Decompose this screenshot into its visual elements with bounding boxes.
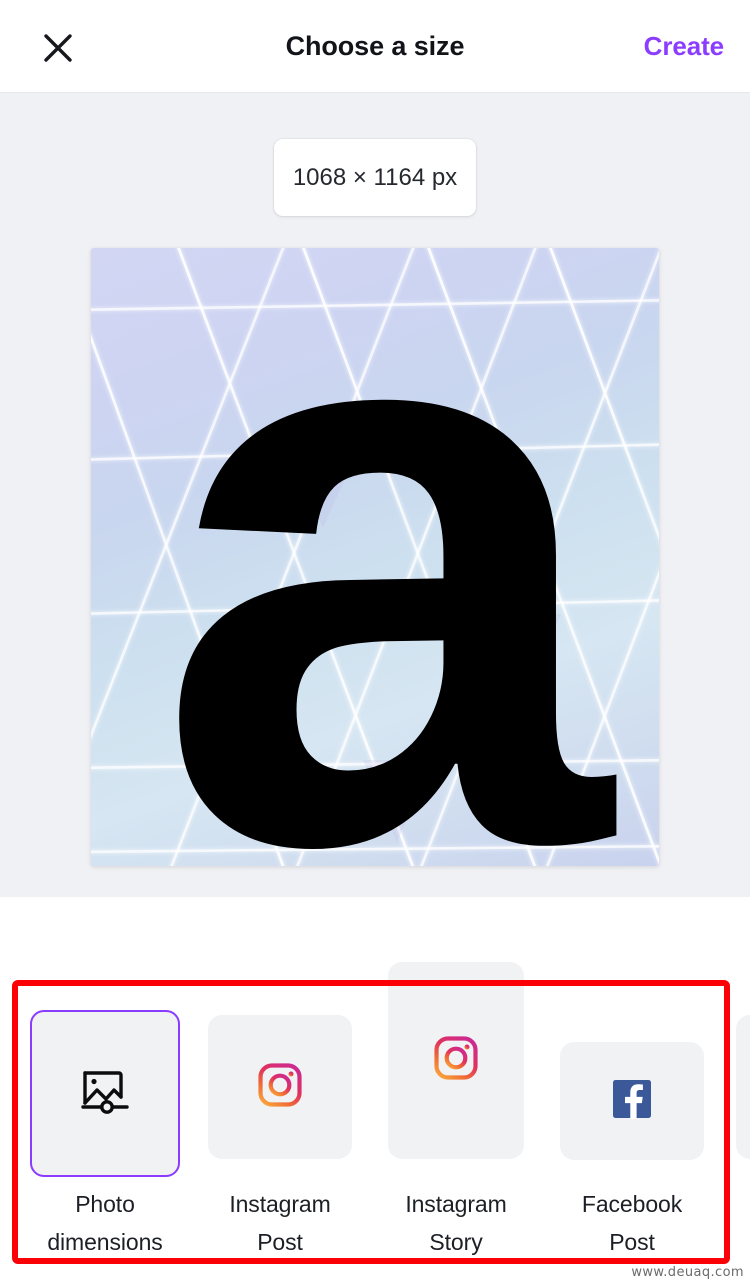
canvas-stage: 1068 × 1164 px a (0, 93, 750, 897)
template-label-photo-dimensions: Photo dimensions (47, 1191, 163, 1255)
instagram-icon (433, 1035, 479, 1086)
design-preview[interactable]: a (91, 248, 659, 866)
watermark: www.deuaq.com (631, 1265, 744, 1280)
photo-dimensions-icon (77, 1063, 133, 1124)
instagram-icon (257, 1062, 303, 1113)
page-title: Choose a size (285, 31, 465, 61)
template-thumb-instagram-story[interactable] (388, 962, 524, 1159)
size-chip[interactable]: 1068 × 1164 px (274, 139, 476, 216)
template-list[interactable]: Photo dimensions Instagram Post Instagra… (0, 897, 750, 1286)
template-panel: Photo dimensions Instagram Post Instagra… (0, 897, 750, 1286)
template-label-facebook-post: Facebook Post (581, 1191, 683, 1255)
template-label-instagram-story: Instagram Story (405, 1191, 507, 1255)
choose-a-size-screen: Choose a size Create 1068 × 1164 px a Ph… (0, 0, 750, 1286)
create-button[interactable]: Create (644, 0, 724, 93)
template-thumb-facebook-post[interactable] (560, 1042, 704, 1160)
top-bar: Choose a size Create (0, 0, 750, 93)
template-thumb-instagram-post[interactable] (208, 1015, 352, 1159)
template-thumb-photo-dimensions[interactable] (30, 1010, 180, 1177)
template-label-instagram-post: Instagram Post (229, 1191, 331, 1255)
preview-letter: a (155, 248, 611, 866)
template-thumb-next-partial[interactable] (736, 1015, 750, 1159)
facebook-icon (611, 1078, 653, 1125)
